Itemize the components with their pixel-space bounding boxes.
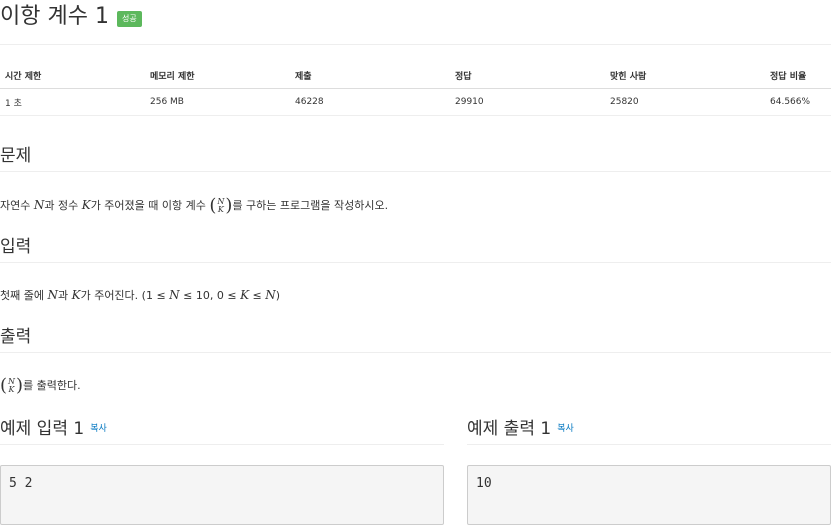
output-description: (N K) 를 출력한다.	[0, 377, 81, 395]
math-var: K	[71, 288, 81, 302]
input-heading-text: 입력	[0, 236, 32, 263]
submissions-value: 46228	[290, 88, 450, 116]
text-fragment: 를 출력한다.	[23, 379, 81, 392]
sample-output-title: 예제 출력 1	[467, 419, 552, 439]
binomial-expression: (N K)	[0, 375, 24, 396]
output-section-heading: 출력	[0, 326, 32, 353]
problem-info-table: 시간 제한 메모리 제한 제출 정답 맞힌 사람 정답 비율 1 초 256 M…	[0, 62, 831, 116]
time-limit-value: 1 초	[0, 88, 145, 116]
binomial-expression: (N K)	[209, 195, 233, 216]
section-divider	[467, 444, 831, 445]
sample-output-heading: 예제 출력 1 복사	[467, 418, 574, 445]
col-submissions: 제출	[290, 62, 450, 89]
output-heading-text: 출력	[0, 326, 32, 353]
copy-input-link[interactable]: 복사	[90, 424, 107, 434]
accepted-value: 29910	[450, 88, 605, 116]
sample-output-box[interactable]: 10	[467, 465, 831, 525]
table-header-row: 시간 제한 메모리 제한 제출 정답 맞힌 사람 정답 비율	[0, 62, 831, 89]
sample-input-heading: 예제 입력 1 복사	[0, 418, 107, 445]
binom-bottom: K	[217, 205, 224, 214]
table-row: 1 초 256 MB 46228 29910 25820 64.566%	[0, 88, 831, 116]
sample-input-box[interactable]: 5 2	[0, 465, 444, 525]
sample-input-title: 예제 입력 1	[0, 419, 85, 439]
text-fragment: ≤ 10, 0 ≤	[179, 289, 241, 302]
problem-heading-text: 문제	[0, 145, 32, 172]
page-title: 이항 계수 1	[0, 4, 109, 29]
problem-section-heading: 문제	[0, 145, 32, 172]
text-fragment: 가 주어졌을 때 이항 계수	[90, 199, 210, 212]
sample-output-content: 10	[476, 476, 492, 491]
accept-rate-value: 64.566%	[765, 88, 831, 116]
math-var: K	[81, 198, 91, 212]
solved-users-value: 25820	[605, 88, 765, 116]
section-divider	[0, 444, 444, 445]
math-var: N	[169, 288, 180, 302]
text-fragment: 를 구하는 프로그램을 작성하시오.	[232, 199, 389, 212]
col-solved-users: 맞힌 사람	[605, 62, 765, 89]
col-time-limit: 시간 제한	[0, 62, 145, 89]
text-fragment: ≤	[249, 289, 266, 302]
binom-bottom: K	[8, 385, 15, 394]
section-divider	[0, 352, 831, 353]
input-section-heading: 입력	[0, 236, 32, 263]
section-divider	[0, 262, 831, 263]
problem-description: 자연수 N과 정수 K가 주어졌을 때 이항 계수 (N K) 를 구하는 프로그램…	[0, 197, 388, 215]
text-fragment: )	[275, 289, 281, 302]
col-accepted: 정답	[450, 62, 605, 89]
input-description: 첫째 줄에 N과 K가 주어진다. (1 ≤ N ≤ 10, 0 ≤ K ≤ N…	[0, 287, 280, 304]
col-memory-limit: 메모리 제한	[145, 62, 290, 89]
math-var: N	[265, 288, 276, 302]
sample-input-content: 5 2	[9, 476, 33, 491]
text-fragment: 첫째 줄에	[0, 289, 48, 302]
memory-limit-value: 256 MB	[145, 88, 290, 116]
col-accept-rate: 정답 비율	[765, 62, 831, 89]
text-fragment: 과 정수	[44, 199, 82, 212]
math-var: N	[33, 198, 45, 212]
math-var: K	[240, 288, 250, 302]
section-divider	[0, 171, 831, 172]
text-fragment: 자연수	[0, 199, 34, 212]
copy-output-link[interactable]: 복사	[557, 424, 574, 434]
title-divider	[0, 44, 831, 45]
math-var: N	[47, 288, 58, 302]
text-fragment: 가 주어진다. (1 ≤	[80, 289, 170, 302]
text-fragment: 과	[57, 289, 72, 302]
status-badge: 성공	[116, 10, 142, 27]
problem-header: 이항 계수 1 성공	[0, 4, 142, 30]
